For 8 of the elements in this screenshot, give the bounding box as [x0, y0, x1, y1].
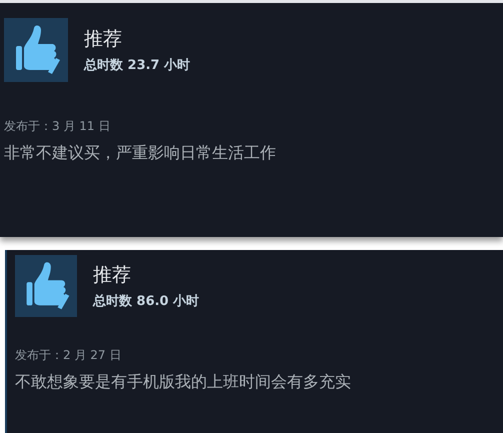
playtime-hours: 总时数 86.0 小时	[93, 293, 200, 310]
review-text: 不敢想象要是有手机版我的上班时间会有多充实	[15, 372, 352, 393]
review-verdict: 推荐	[84, 27, 123, 52]
review-text: 非常不建议买，严重影响日常生活工作	[4, 143, 277, 164]
playtime-hours: 总时数 23.7 小时	[84, 57, 190, 74]
posted-date: 发布于：3 月 11 日	[4, 118, 112, 135]
review-verdict: 推荐	[93, 263, 132, 288]
posted-date: 发布于：2 月 27 日	[15, 347, 122, 364]
